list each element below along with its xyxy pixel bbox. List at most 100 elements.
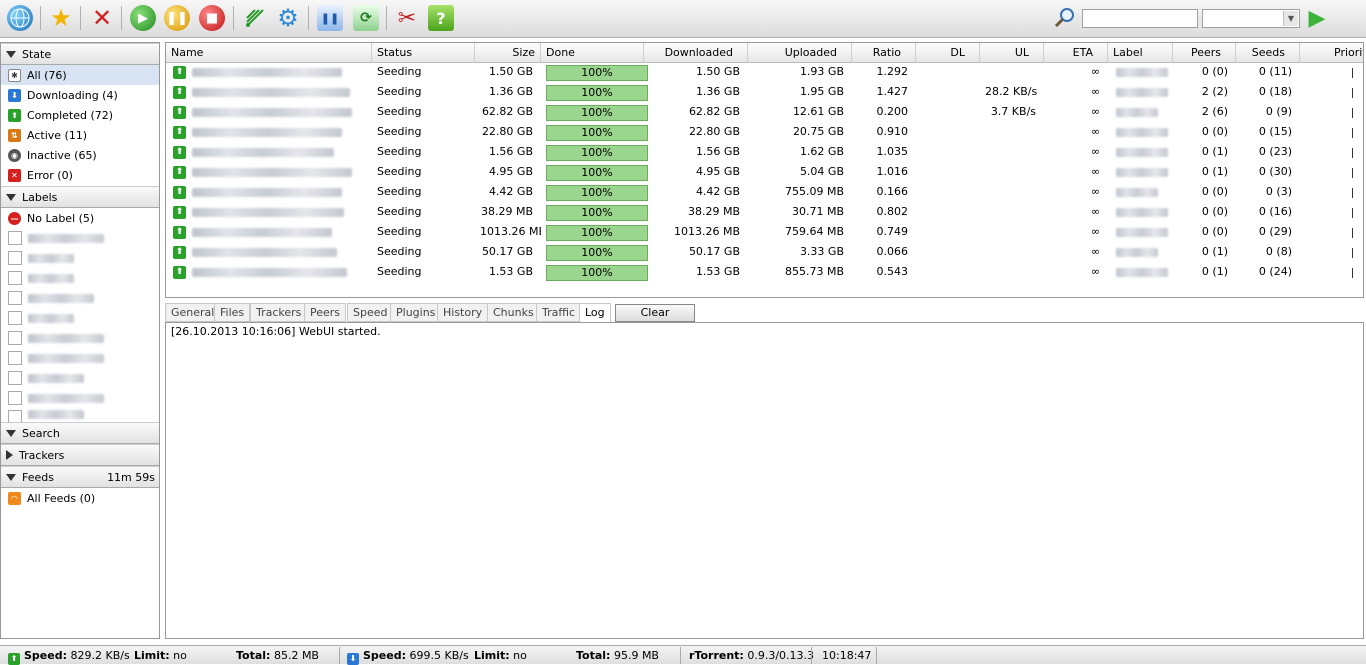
- label-checkbox[interactable]: [8, 410, 22, 422]
- label-checkbox[interactable]: [8, 351, 22, 365]
- row-label-blurred: [1116, 168, 1168, 177]
- label-checkbox[interactable]: [8, 371, 22, 385]
- download-limit[interactable]: Limit: no: [474, 646, 527, 665]
- column-header-dl[interactable]: DL: [916, 43, 980, 63]
- tab-log[interactable]: Log: [579, 303, 611, 323]
- row-label-blurred: [1116, 128, 1168, 137]
- table-row[interactable]: ⬆ Seeding 22.80 GB 22.80 GB 20.75 GB 0.910 ∞ 0 …: [166, 123, 1363, 143]
- sidebar-item-all-feeds[interactable]: ◠ All Feeds (0): [1, 488, 159, 508]
- column-header-priority[interactable]: Priority: [1300, 43, 1363, 63]
- tab-plugins[interactable]: Plugins: [390, 303, 442, 322]
- search-engine-select[interactable]: ▼: [1202, 9, 1300, 28]
- table-row[interactable]: ⬆ Seeding 1013.26 MB 1013.26 MB 759.64 MB 0.7…: [166, 223, 1363, 243]
- sidebar-item-completed[interactable]: ⬆ Completed (72): [1, 105, 159, 125]
- sidebar-item-downloading[interactable]: ⬇ Downloading (4): [1, 85, 159, 105]
- tab-history[interactable]: History: [437, 303, 489, 322]
- table-row[interactable]: ⬆ Seeding 50.17 GB 50.17 GB 3.33 GB 0.066 ∞ 0 (…: [166, 243, 1363, 263]
- column-header-status[interactable]: Status: [372, 43, 475, 63]
- sidebar-item-no-label[interactable]: — No Label (5): [1, 208, 159, 228]
- remove-icon[interactable]: ✕: [89, 4, 115, 32]
- help-icon[interactable]: ?: [428, 5, 454, 31]
- label-item[interactable]: [1, 408, 159, 422]
- download-icon: ⬇: [347, 653, 359, 665]
- trackers-header[interactable]: Trackers: [1, 444, 159, 466]
- tab-traffic[interactable]: Traffic: [536, 303, 582, 322]
- label-checkbox[interactable]: [8, 251, 22, 265]
- search-header[interactable]: Search: [1, 422, 159, 444]
- column-header-ratio[interactable]: Ratio: [852, 43, 916, 63]
- upload-limit[interactable]: Limit: no: [134, 646, 187, 665]
- column-header-ul[interactable]: UL: [980, 43, 1044, 63]
- table-row[interactable]: ⬆ Seeding 38.29 MB 38.29 MB 30.71 MB 0.802 ∞ 0 …: [166, 203, 1363, 223]
- sidebar-item-active[interactable]: ⇅ Active (11): [1, 125, 159, 145]
- settings-icon[interactable]: ⚙: [275, 4, 301, 32]
- upload-limit-value: no: [173, 649, 187, 662]
- globe-icon[interactable]: [7, 5, 33, 31]
- label-checkbox[interactable]: [8, 291, 22, 305]
- label-checkbox[interactable]: [8, 271, 22, 285]
- pause-all-icon[interactable]: ❚❚: [317, 5, 343, 31]
- tab-chunks[interactable]: Chunks: [487, 303, 540, 322]
- table-row[interactable]: ⬆ Seeding 4.95 GB 4.95 GB 5.04 GB 1.016 ∞ 0 (1)…: [166, 163, 1363, 183]
- star-icon[interactable]: ★: [48, 4, 74, 32]
- label-checkbox[interactable]: [8, 391, 22, 405]
- start-icon[interactable]: ▶: [130, 5, 156, 31]
- table-row[interactable]: ⬆ Seeding 1.50 GB 1.50 GB 1.93 GB 1.292 ∞ 0 (0)…: [166, 63, 1363, 83]
- table-row[interactable]: ⬆ Seeding 62.82 GB 62.82 GB 12.61 GB 0.200 3.7…: [166, 103, 1363, 123]
- label-item[interactable]: [1, 328, 159, 348]
- label-checkbox[interactable]: [8, 311, 22, 325]
- seeding-icon: ⬆: [173, 66, 186, 79]
- column-header-downloaded[interactable]: Downloaded: [644, 43, 748, 63]
- table-row[interactable]: ⬆ Seeding 1.56 GB 1.56 GB 1.62 GB 1.035 ∞ 0 (1)…: [166, 143, 1363, 163]
- sidebar-item-label: Active (11): [27, 128, 88, 142]
- sidebar-item-error[interactable]: ✕ Error (0): [1, 165, 159, 185]
- refresh-icon[interactable]: ⟳: [353, 5, 379, 31]
- tab-general[interactable]: General: [165, 303, 221, 322]
- label-item[interactable]: [1, 368, 159, 388]
- speed-label: Speed:: [24, 649, 67, 662]
- state-header[interactable]: State: [1, 43, 159, 65]
- row-name-blurred: [192, 188, 342, 197]
- label-item[interactable]: [1, 388, 159, 408]
- column-header-seeds[interactable]: Seeds: [1236, 43, 1300, 63]
- row-eta: ∞: [1090, 85, 1100, 98]
- table-row[interactable]: ⬆ Seeding 1.36 GB 1.36 GB 1.95 GB 1.427 28.2 K…: [166, 83, 1363, 103]
- pause-icon[interactable]: ❚❚: [164, 5, 190, 31]
- row-label-blurred: [1116, 68, 1168, 77]
- tab-peers[interactable]: Peers: [304, 303, 347, 322]
- label-item[interactable]: [1, 288, 159, 308]
- rss-icon[interactable]: [242, 5, 268, 31]
- label-checkbox[interactable]: [8, 331, 22, 345]
- label-item[interactable]: [1, 308, 159, 328]
- column-header-done[interactable]: Done: [541, 43, 644, 63]
- label-checkbox[interactable]: [8, 231, 22, 245]
- label-item[interactable]: [1, 248, 159, 268]
- tools-icon[interactable]: ✂: [394, 5, 420, 31]
- sidebar-item-inactive[interactable]: ◉ Inactive (65): [1, 145, 159, 165]
- row-eta: ∞: [1090, 65, 1100, 78]
- label-item[interactable]: [1, 348, 159, 368]
- row-peers: 0 (1): [1201, 245, 1228, 258]
- column-header-eta[interactable]: ETA: [1044, 43, 1108, 63]
- table-row[interactable]: ⬆ Seeding 1.53 GB 1.53 GB 855.73 MB 0.543 ∞ 0 (…: [166, 263, 1363, 283]
- table-row[interactable]: ⬆ Seeding 4.42 GB 4.42 GB 755.09 MB 0.166 ∞ 0 (…: [166, 183, 1363, 203]
- column-header-size[interactable]: Size: [475, 43, 541, 63]
- row-priority-marker: [1352, 228, 1353, 238]
- clear-button[interactable]: Clear: [615, 304, 695, 322]
- column-header-name[interactable]: Name: [166, 43, 372, 63]
- column-header-uploaded[interactable]: Uploaded: [748, 43, 852, 63]
- label-item[interactable]: [1, 228, 159, 248]
- column-header-label[interactable]: Label: [1108, 43, 1173, 63]
- tab-trackers[interactable]: Trackers: [250, 303, 308, 322]
- search-go-icon[interactable]: ▶: [1304, 5, 1330, 31]
- sidebar-item-all[interactable]: ✱ All (76): [1, 65, 159, 85]
- tab-files[interactable]: Files: [214, 303, 251, 322]
- row-progress-bar: 100%: [546, 265, 648, 281]
- tab-speed[interactable]: Speed: [347, 303, 394, 322]
- labels-header[interactable]: Labels: [1, 186, 159, 208]
- search-input[interactable]: [1082, 9, 1198, 28]
- label-item[interactable]: [1, 268, 159, 288]
- stop-icon[interactable]: ■: [199, 5, 225, 31]
- column-header-peers[interactable]: Peers: [1173, 43, 1236, 63]
- feeds-header[interactable]: Feeds 11m 59s: [1, 466, 159, 488]
